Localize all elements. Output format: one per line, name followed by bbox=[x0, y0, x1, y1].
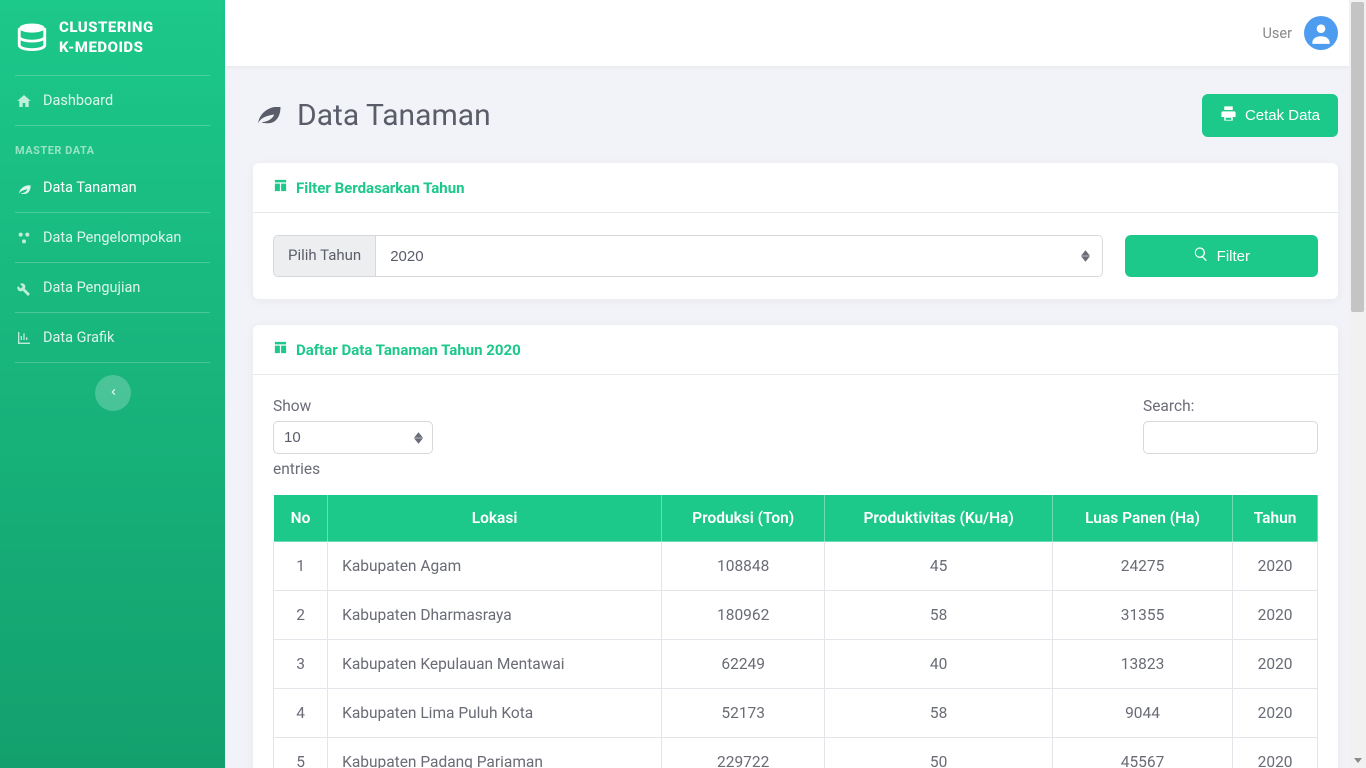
group-icon bbox=[15, 230, 33, 246]
sidebar-item-label: Data Pengujian bbox=[43, 279, 140, 296]
print-button[interactable]: Cetak Data bbox=[1202, 94, 1338, 137]
sidebar-item-data-pengelompokan[interactable]: Data Pengelompokan bbox=[0, 213, 225, 262]
entries-label: entries bbox=[273, 460, 320, 478]
col-tahun[interactable]: Tahun bbox=[1233, 495, 1318, 542]
user-menu[interactable]: User bbox=[1263, 16, 1339, 50]
filter-card: Filter Berdasarkan Tahun Pilih Tahun 202… bbox=[253, 163, 1338, 299]
table-row: 5Kabupaten Padang Pariaman22972250455672… bbox=[274, 738, 1318, 768]
col-luas[interactable]: Luas Panen (Ha) bbox=[1052, 495, 1232, 542]
brand-text: CLUSTERING K-MEDOIDS bbox=[59, 18, 154, 57]
scrollbar-thumb[interactable] bbox=[1351, 2, 1364, 312]
cell-produktivitas: 45 bbox=[825, 542, 1052, 591]
cell-luas: 45567 bbox=[1052, 738, 1232, 768]
cell-tahun: 2020 bbox=[1233, 591, 1318, 640]
sidebar-item-data-tanaman[interactable]: Data Tanaman bbox=[0, 163, 225, 212]
cell-tahun: 2020 bbox=[1233, 640, 1318, 689]
cell-lokasi: Kabupaten Padang Pariaman bbox=[328, 738, 662, 768]
table-icon bbox=[273, 340, 288, 359]
chevron-left-icon bbox=[107, 386, 119, 401]
home-icon bbox=[15, 93, 33, 109]
cell-no: 4 bbox=[274, 689, 328, 738]
cell-no: 1 bbox=[274, 542, 328, 591]
data-card: Daftar Data Tanaman Tahun 2020 Show 10 bbox=[253, 325, 1338, 768]
cell-luas: 24275 bbox=[1052, 542, 1232, 591]
data-card-title: Daftar Data Tanaman Tahun 2020 bbox=[296, 341, 521, 359]
cell-produktivitas: 40 bbox=[825, 640, 1052, 689]
brand[interactable]: CLUSTERING K-MEDOIDS bbox=[0, 0, 225, 75]
filter-card-title: Filter Berdasarkan Tahun bbox=[296, 179, 465, 197]
col-produksi[interactable]: Produksi (Ton) bbox=[661, 495, 824, 542]
col-produktivitas[interactable]: Produktivitas (Ku/Ha) bbox=[825, 495, 1052, 542]
main: User Data Tanaman Cetak Data bbox=[225, 0, 1366, 768]
content: Data Tanaman Cetak Data Filter Berdasark… bbox=[225, 66, 1366, 768]
leaf-icon bbox=[15, 180, 33, 196]
table-icon bbox=[273, 178, 288, 197]
cell-tahun: 2020 bbox=[1233, 689, 1318, 738]
sidebar-item-data-pengujian[interactable]: Data Pengujian bbox=[0, 263, 225, 312]
page-title: Data Tanaman bbox=[253, 97, 491, 135]
cell-no: 5 bbox=[274, 738, 328, 768]
cell-luas: 13823 bbox=[1052, 640, 1232, 689]
cell-produksi: 52173 bbox=[661, 689, 824, 738]
year-select-label: Pilih Tahun bbox=[274, 236, 376, 276]
cell-luas: 9044 bbox=[1052, 689, 1232, 738]
cell-tahun: 2020 bbox=[1233, 738, 1318, 768]
year-select[interactable]: 2020 bbox=[376, 236, 1101, 276]
avatar bbox=[1304, 16, 1338, 50]
cell-lokasi: Kabupaten Dharmasraya bbox=[328, 591, 662, 640]
sidebar-item-dashboard[interactable]: Dashboard bbox=[0, 76, 225, 125]
cell-lokasi: Kabupaten Agam bbox=[328, 542, 662, 591]
cell-lokasi: Kabupaten Lima Puluh Kota bbox=[328, 689, 662, 738]
sidebar-item-label: Data Tanaman bbox=[43, 179, 137, 196]
table-row: 1Kabupaten Agam10884845242752020 bbox=[274, 542, 1318, 591]
show-label: Show bbox=[273, 397, 311, 415]
cell-produksi: 229722 bbox=[661, 738, 824, 768]
cell-produktivitas: 50 bbox=[825, 738, 1052, 768]
scrollbar[interactable] bbox=[1349, 0, 1366, 768]
topbar: User bbox=[225, 0, 1366, 66]
sidebar-item-label: Dashboard bbox=[43, 92, 113, 109]
filter-button[interactable]: Filter bbox=[1125, 235, 1318, 277]
length-select[interactable]: 10 bbox=[273, 421, 433, 454]
leaf-icon bbox=[253, 97, 283, 135]
print-button-label: Cetak Data bbox=[1245, 107, 1320, 124]
cell-produktivitas: 58 bbox=[825, 591, 1052, 640]
search-input[interactable] bbox=[1143, 421, 1318, 454]
sidebar: CLUSTERING K-MEDOIDS Dashboard MASTER DA… bbox=[0, 0, 225, 768]
filter-card-header: Filter Berdasarkan Tahun bbox=[253, 163, 1338, 213]
sidebar-heading: MASTER DATA bbox=[0, 126, 225, 163]
col-no[interactable]: No bbox=[274, 495, 328, 542]
filter-button-label: Filter bbox=[1217, 248, 1250, 265]
search-icon bbox=[1193, 246, 1209, 266]
search-label: Search: bbox=[1143, 397, 1318, 415]
col-lokasi[interactable]: Lokasi bbox=[328, 495, 662, 542]
cell-produksi: 62249 bbox=[661, 640, 824, 689]
database-icon bbox=[15, 21, 49, 55]
sidebar-item-data-grafik[interactable]: Data Grafik bbox=[0, 313, 225, 362]
cell-no: 2 bbox=[274, 591, 328, 640]
sidebar-item-label: Data Grafik bbox=[43, 329, 114, 346]
cell-luas: 31355 bbox=[1052, 591, 1232, 640]
data-table: No Lokasi Produksi (Ton) Produktivitas (… bbox=[273, 494, 1318, 768]
table-row: 4Kabupaten Lima Puluh Kota52173589044202… bbox=[274, 689, 1318, 738]
cell-produksi: 180962 bbox=[661, 591, 824, 640]
chart-icon bbox=[15, 330, 33, 346]
year-select-group: Pilih Tahun 2020 bbox=[273, 235, 1103, 277]
data-card-header: Daftar Data Tanaman Tahun 2020 bbox=[253, 325, 1338, 375]
cell-tahun: 2020 bbox=[1233, 542, 1318, 591]
cell-produksi: 108848 bbox=[661, 542, 824, 591]
user-label: User bbox=[1263, 25, 1293, 42]
cell-no: 3 bbox=[274, 640, 328, 689]
tools-icon bbox=[15, 280, 33, 296]
cell-produktivitas: 58 bbox=[825, 689, 1052, 738]
table-row: 3Kabupaten Kepulauan Mentawai62249401382… bbox=[274, 640, 1318, 689]
sidebar-item-label: Data Pengelompokan bbox=[43, 229, 181, 246]
sidebar-collapse-button[interactable] bbox=[95, 375, 131, 411]
table-row: 2Kabupaten Dharmasraya18096258313552020 bbox=[274, 591, 1318, 640]
print-icon bbox=[1220, 105, 1237, 126]
cell-lokasi: Kabupaten Kepulauan Mentawai bbox=[328, 640, 662, 689]
